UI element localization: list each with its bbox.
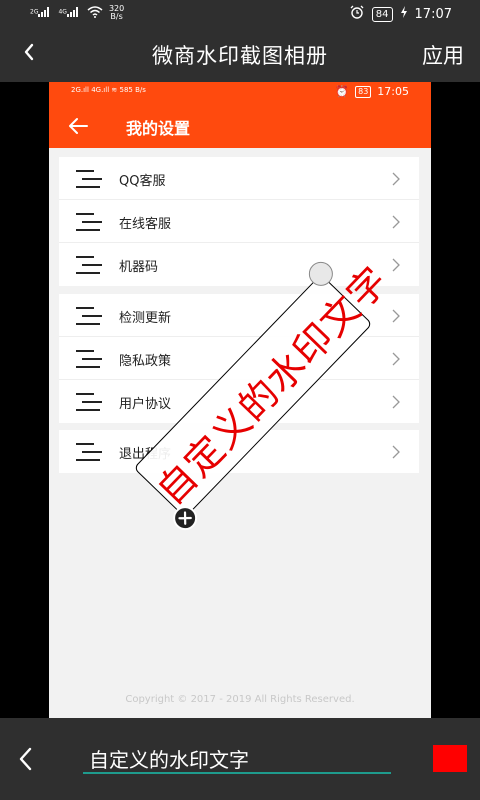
list-item-label: QQ客服 (119, 174, 166, 189)
watermark-text-field[interactable] (83, 744, 391, 774)
watermark-text-input[interactable] (83, 744, 391, 772)
settings-header: 我的设置 (49, 104, 431, 148)
list-item-label: 隐私政策 (119, 354, 172, 369)
chevron-right-icon (391, 214, 401, 230)
list-item-label: 机器码 (119, 260, 159, 275)
inner-status-time: 17:05 (377, 85, 409, 98)
app-bar: 微商水印截图相册 应用 (0, 26, 480, 82)
list-item: QQ客服 (59, 157, 419, 200)
app-title: 微商水印截图相册 (152, 44, 328, 68)
status-bar: 2G 4G 320 B/s 84 17:07 (0, 0, 480, 26)
list-item-label: 用户协议 (119, 397, 172, 412)
inner-status-left: 2G.ıll 4G.ıll ≋ 585 B/s (71, 86, 146, 94)
menu-lines-icon (76, 307, 102, 325)
chevron-right-icon (391, 171, 401, 187)
menu-lines-icon (76, 393, 102, 411)
alarm-icon: ⏰ (335, 85, 350, 98)
chevron-right-icon (391, 394, 401, 410)
apply-button[interactable]: 应用 (422, 40, 464, 70)
chevron-right-icon (391, 351, 401, 367)
settings-title: 我的设置 (126, 119, 191, 138)
arrow-left-icon (67, 116, 89, 136)
signal-icon: 2G (30, 7, 52, 19)
alarm-icon (350, 5, 364, 23)
color-picker-swatch[interactable] (433, 745, 467, 772)
list-item-label: 检测更新 (119, 311, 172, 326)
signal-icon: 4G (58, 7, 80, 19)
preview-canvas: 2G.ıll 4G.ıll ≋ 585 B/s ⏰ 83 17:05 我的设置 … (0, 82, 480, 718)
chevron-right-icon (391, 444, 401, 460)
net-speed: 320 B/s (108, 4, 125, 21)
inner-status-bar: 2G.ıll 4G.ıll ≋ 585 B/s ⏰ 83 17:05 (49, 82, 431, 104)
list-item-label: 在线客服 (119, 217, 172, 232)
inner-status-right: ⏰ 83 17:05 (335, 85, 409, 98)
menu-lines-icon (76, 350, 102, 368)
battery-icon: 84 (371, 6, 393, 22)
charging-icon (400, 6, 407, 22)
bottom-toolbar (0, 718, 480, 800)
wifi-icon: ≋ (111, 86, 118, 94)
menu-lines-icon (76, 213, 102, 231)
status-right: 84 17:07 (350, 5, 452, 23)
menu-lines-icon (76, 256, 102, 274)
status-left: 2G 4G 320 B/s (30, 5, 124, 21)
menu-lines-icon (76, 170, 102, 188)
chevron-right-icon (391, 257, 401, 273)
battery-icon: 83 (355, 85, 372, 98)
status-time: 17:07 (414, 6, 452, 22)
wifi-icon (87, 6, 103, 20)
list-item: 在线客服 (59, 200, 419, 243)
copyright-text: Copyright © 2017 - 2019 All Rights Reser… (125, 694, 355, 705)
chevron-left-icon[interactable] (16, 746, 36, 772)
menu-lines-icon (76, 443, 102, 461)
chevron-right-icon (391, 308, 401, 324)
